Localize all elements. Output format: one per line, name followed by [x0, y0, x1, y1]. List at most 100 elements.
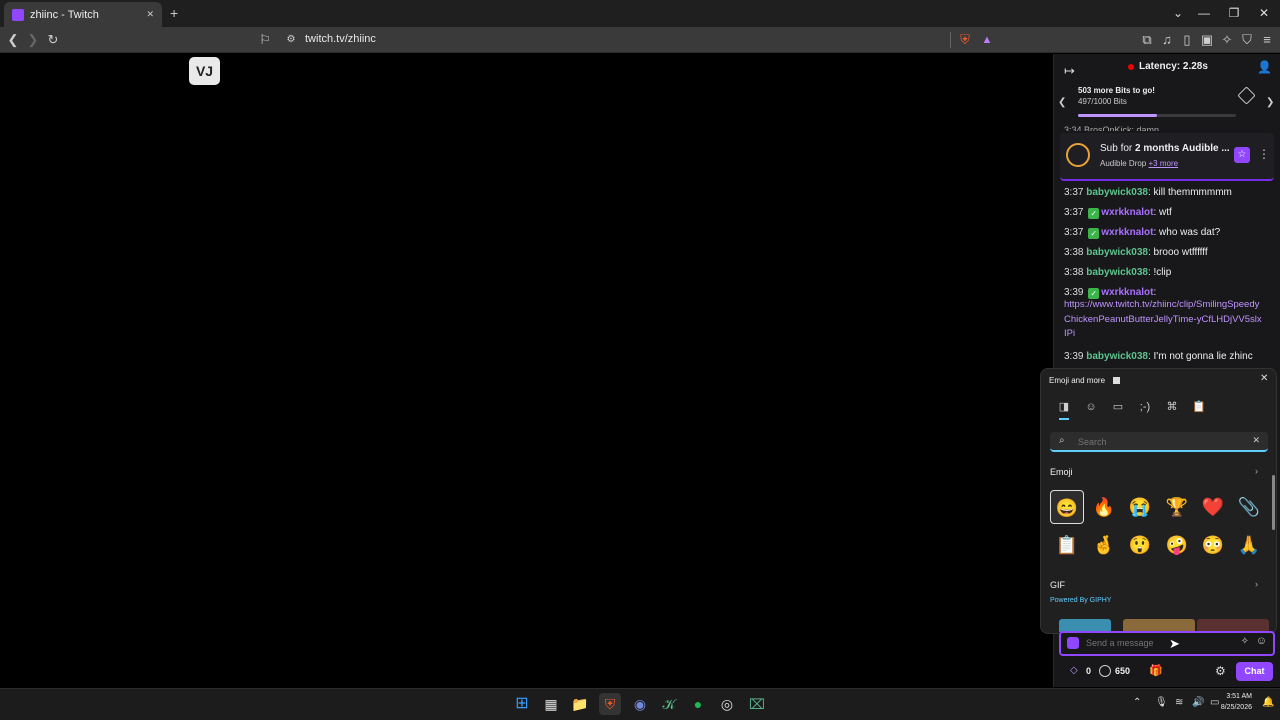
collapse-chat-icon[interactable]: ↦: [1064, 63, 1075, 79]
vpn-icon[interactable]: ⛉: [1238, 31, 1256, 49]
site-info-icon[interactable]: ⚙: [282, 31, 300, 49]
symbols-category-icon[interactable]: ⌘: [1163, 398, 1181, 416]
start-icon[interactable]: ⊞: [511, 693, 533, 715]
brave-shield-icon[interactable]: ⛨: [956, 31, 974, 49]
sidebar-icon[interactable]: ▯: [1178, 31, 1196, 49]
clock-time[interactable]: 3:51 AM: [1212, 693, 1252, 700]
gif-category-icon[interactable]: ▭: [1109, 398, 1127, 416]
message-username[interactable]: wxrkknalot: [1101, 207, 1153, 218]
clock-date[interactable]: 8/25/2026: [1206, 704, 1252, 711]
message-username[interactable]: babywick038: [1086, 187, 1148, 198]
close-emoji-panel-icon[interactable]: ✕: [1260, 373, 1268, 384]
wifi-icon[interactable]: ≋: [1175, 697, 1183, 708]
emoji-option[interactable]: 🏆: [1160, 490, 1194, 524]
sticker-category-icon[interactable]: ◨: [1055, 398, 1073, 416]
emoji-option[interactable]: 🤞: [1087, 528, 1121, 562]
sub-badge-icon[interactable]: [1067, 637, 1079, 649]
emoji-expand-icon[interactable]: ›: [1255, 466, 1258, 476]
store-icon[interactable]: ▦: [540, 693, 562, 715]
message-timestamp: 3:37: [1064, 207, 1084, 218]
message-username[interactable]: babywick038: [1086, 351, 1148, 362]
star-icon[interactable]: ☆: [1234, 147, 1250, 163]
file-explorer-icon[interactable]: 📁: [569, 693, 591, 715]
message-username[interactable]: wxrkknalot: [1101, 227, 1153, 238]
chat-settings-icon[interactable]: ⚙: [1215, 664, 1226, 678]
back-icon[interactable]: ❮: [4, 31, 22, 49]
emoji-option[interactable]: 😲: [1123, 528, 1157, 562]
app-icon[interactable]: 𝒦: [658, 693, 680, 715]
emoji-panel-title: Emoji and more: [1049, 376, 1106, 385]
more-options-icon[interactable]: ⋮: [1258, 147, 1270, 161]
steam-icon[interactable]: ◎: [716, 693, 738, 715]
close-window-icon[interactable]: ✕: [1254, 4, 1274, 22]
browser-tab[interactable]: zhiinc - Twitch ✕: [4, 2, 162, 27]
clip-link[interactable]: https://www.twitch.tv/zhiinc/clip/Smilin…: [1064, 298, 1262, 342]
volume-icon[interactable]: 🔊: [1192, 697, 1204, 708]
emoji-option[interactable]: ❤️: [1196, 490, 1230, 524]
prev-goal-icon[interactable]: ❮: [1058, 97, 1066, 108]
emoji-option[interactable]: 😄: [1050, 490, 1084, 524]
emoji-category-icon[interactable]: ☺: [1082, 398, 1100, 416]
message-username[interactable]: wxrkknalot: [1101, 287, 1153, 298]
extensions-icon[interactable]: ⧉: [1138, 31, 1156, 49]
verified-badge-icon[interactable]: ✓: [1088, 228, 1100, 239]
xbox-icon[interactable]: ⌧: [746, 693, 768, 715]
drop-card[interactable]: Sub for 2 months Audible ... Audible Dro…: [1060, 133, 1274, 181]
emoji-option[interactable]: 🔥: [1087, 490, 1121, 524]
bits-cheer-icon[interactable]: ✧: [1241, 636, 1249, 647]
community-icon[interactable]: 👤: [1257, 60, 1272, 74]
emoji-option[interactable]: 🙏: [1232, 528, 1266, 562]
drop-more-link[interactable]: +3 more: [1148, 159, 1178, 168]
message-username[interactable]: babywick038: [1086, 247, 1148, 258]
emoji-search-box[interactable]: ⌕ ✕: [1050, 432, 1268, 452]
restore-icon[interactable]: ❐: [1224, 4, 1244, 22]
emoji-option[interactable]: 😭: [1123, 490, 1157, 524]
bookmark-icon[interactable]: ⚐: [256, 31, 274, 49]
new-tab-button[interactable]: +: [170, 5, 178, 21]
address-bar[interactable]: twitch.tv/zhiinc: [305, 33, 376, 45]
channel-points-count[interactable]: 650: [1115, 666, 1130, 676]
notifications-icon[interactable]: 🔔: [1262, 697, 1274, 708]
chat-send-button[interactable]: Chat: [1236, 662, 1273, 681]
channel-points-icon[interactable]: [1099, 665, 1111, 677]
live-dot-icon: [1128, 64, 1134, 70]
emoji-option[interactable]: 😳: [1196, 528, 1230, 562]
verified-badge-icon[interactable]: ✓: [1088, 208, 1100, 219]
clear-search-icon[interactable]: ✕: [1252, 435, 1260, 446]
clipboard-category-icon[interactable]: 📋: [1190, 398, 1208, 416]
video-player[interactable]: [0, 54, 1053, 687]
next-goal-icon[interactable]: ❯: [1266, 97, 1274, 108]
menu-icon[interactable]: ≡: [1258, 31, 1276, 49]
wallet-icon[interactable]: ▣: [1198, 31, 1216, 49]
bits-goal-progress-text: 497/1000 Bits: [1078, 97, 1127, 106]
kaomoji-category-icon[interactable]: ;-): [1136, 398, 1154, 416]
tray-overflow-icon[interactable]: ⌃: [1133, 697, 1141, 708]
media-icon[interactable]: ♫: [1158, 31, 1176, 49]
chat-input-box[interactable]: ✧ ☺: [1059, 631, 1275, 656]
spotify-icon[interactable]: ●: [687, 693, 709, 715]
bits-icon[interactable]: ◇: [1070, 665, 1078, 676]
brave-rewards-icon[interactable]: ▲: [978, 31, 996, 49]
navigation-bar: [0, 27, 1280, 53]
message-username[interactable]: babywick038: [1086, 267, 1148, 278]
drag-handle-icon[interactable]: [1113, 377, 1120, 384]
emoji-option[interactable]: 📋: [1050, 528, 1084, 562]
drops-icon[interactable]: 🎁: [1149, 664, 1163, 677]
forward-icon[interactable]: ❯: [24, 31, 42, 49]
emoji-option[interactable]: 🤪: [1160, 528, 1194, 562]
divider: [950, 32, 951, 48]
emoji-option[interactable]: 📎: [1232, 490, 1266, 524]
leo-ai-icon[interactable]: ✧: [1218, 31, 1236, 49]
minimize-icon[interactable]: —: [1194, 4, 1214, 22]
emote-picker-icon[interactable]: ☺: [1256, 635, 1267, 647]
reload-icon[interactable]: ↻: [44, 31, 62, 49]
brave-taskbar-icon[interactable]: ⛨: [599, 693, 621, 715]
microphone-icon[interactable]: 🎙: [1155, 697, 1168, 708]
tab-search-icon[interactable]: ⌄: [1168, 4, 1188, 22]
discord-icon[interactable]: ◉: [629, 693, 651, 715]
emoji-scrollbar[interactable]: [1272, 475, 1275, 530]
emoji-search-input[interactable]: [1078, 435, 1238, 449]
close-tab-icon[interactable]: ✕: [146, 9, 154, 20]
gif-expand-icon[interactable]: ›: [1255, 579, 1258, 589]
chat-message-input[interactable]: [1086, 636, 1226, 650]
